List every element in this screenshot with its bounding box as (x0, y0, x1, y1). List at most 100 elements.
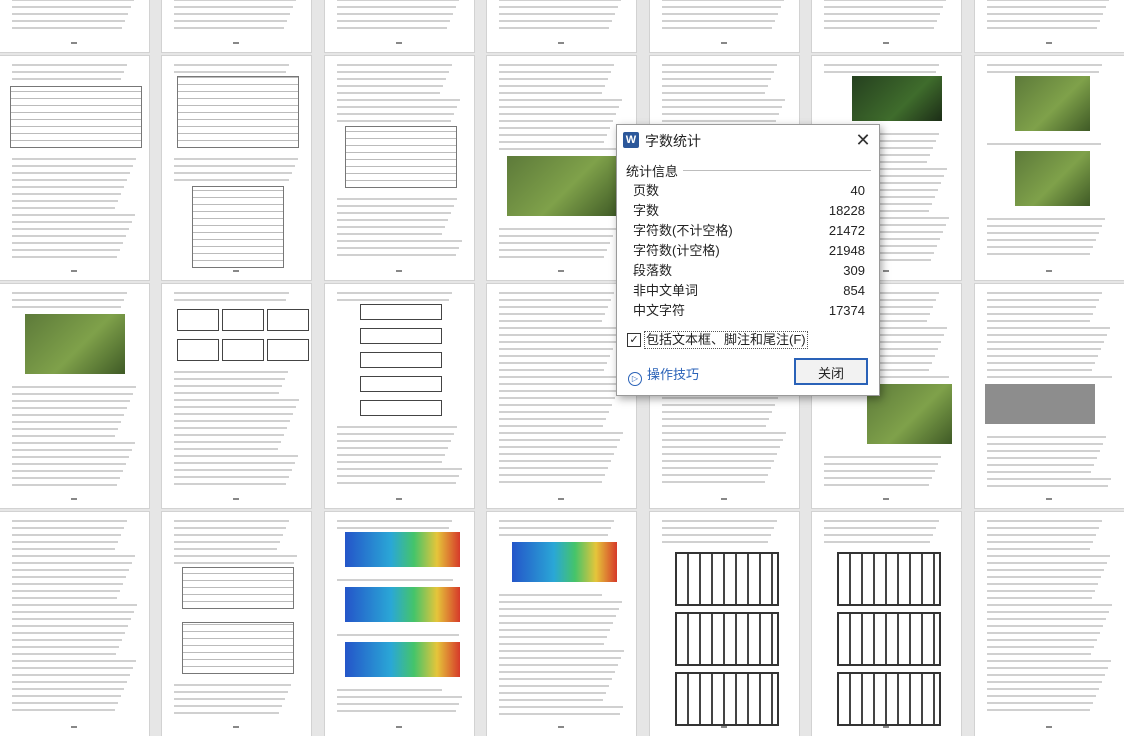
text-line (174, 691, 288, 693)
include-checkbox-label[interactable]: 包括文本框、脚注和尾注(F) (644, 331, 808, 349)
page-number (1046, 42, 1052, 44)
page-figure (345, 126, 457, 188)
text-line (987, 702, 1093, 704)
tips-link-label[interactable]: 操作技巧 (647, 367, 699, 382)
page-number (396, 42, 402, 44)
text-line (12, 597, 117, 599)
text-line (499, 27, 609, 29)
text-line (12, 660, 136, 662)
page-figure (345, 532, 460, 567)
text-line (12, 456, 129, 458)
text-line (12, 527, 124, 529)
word-count-dialog: W 字数统计 ✕ 统计信息 页数 40 字数 18228 字符数(不计空格) 2147… (616, 124, 880, 396)
text-line (12, 249, 120, 251)
text-line (337, 579, 453, 581)
page-figure (675, 552, 779, 606)
page-number (721, 498, 727, 500)
text-line (337, 696, 462, 698)
page-thumbnail (487, 0, 636, 52)
text-line (12, 407, 127, 409)
page-thumbnail (487, 56, 636, 280)
text-line (12, 639, 122, 641)
text-line (337, 292, 452, 294)
text-line (499, 671, 615, 673)
page-figure (837, 612, 941, 666)
page-thumbnail (325, 56, 474, 280)
text-line (12, 186, 124, 188)
text-line (174, 527, 286, 529)
text-line (337, 27, 447, 29)
stat-row-non-chinese-words: 非中文单词 854 (633, 281, 865, 301)
text-line (12, 400, 130, 402)
text-line (499, 713, 620, 715)
text-line (337, 482, 456, 484)
text-line (987, 555, 1110, 557)
text-line (499, 0, 621, 1)
text-line (174, 0, 296, 1)
text-line (987, 64, 1102, 66)
text-line (824, 463, 938, 465)
text-line (337, 468, 462, 470)
text-line (174, 548, 277, 550)
text-line (499, 411, 609, 413)
text-line (662, 397, 778, 399)
text-line (12, 71, 124, 73)
text-line (987, 569, 1104, 571)
stat-value: 18228 (828, 203, 865, 218)
text-line (337, 212, 451, 214)
text-line (12, 590, 120, 592)
close-icon[interactable]: ✕ (849, 127, 877, 153)
text-line (987, 541, 1093, 543)
text-line (337, 461, 442, 463)
text-line (337, 120, 451, 122)
include-checkbox[interactable]: ✓ (627, 333, 641, 347)
text-line (337, 240, 462, 242)
page-number (396, 270, 402, 272)
page-figure (507, 156, 617, 216)
page-figure (360, 400, 442, 416)
page-figure (222, 339, 264, 361)
text-line (499, 106, 619, 108)
text-line (987, 527, 1099, 529)
text-line (824, 484, 929, 486)
page-number (1046, 726, 1052, 728)
text-line (174, 555, 297, 557)
page-figure (675, 612, 779, 666)
text-line (12, 78, 121, 80)
text-line (174, 392, 279, 394)
text-line (499, 306, 608, 308)
stat-value: 40 (850, 183, 865, 198)
text-line (499, 446, 617, 448)
text-line (987, 632, 1100, 634)
close-button[interactable]: 关闭 (794, 358, 868, 385)
text-line (662, 27, 772, 29)
text-line (12, 214, 135, 216)
text-line (12, 632, 125, 634)
text-line (499, 650, 624, 652)
text-line (12, 256, 117, 258)
text-line (824, 20, 937, 22)
text-line (12, 618, 131, 620)
text-line (987, 246, 1093, 248)
text-line (987, 576, 1101, 578)
text-line (499, 453, 614, 455)
text-line (174, 562, 294, 564)
text-line (987, 653, 1091, 655)
text-line (12, 688, 124, 690)
dialog-titlebar[interactable]: W 字数统计 ✕ (617, 125, 879, 155)
text-line (987, 436, 1106, 438)
text-line (987, 348, 1101, 350)
text-line (174, 441, 281, 443)
text-line (987, 646, 1094, 648)
text-line (499, 383, 621, 385)
stats-list: 页数 40 字数 18228 字符数(不计空格) 21472 字符数(计空格) 2194… (633, 181, 865, 321)
text-line (337, 689, 442, 691)
text-line (337, 198, 457, 200)
stat-row-chars-with-spaces: 字符数(计空格) 21948 (633, 241, 865, 261)
text-line (987, 471, 1091, 473)
text-line (12, 646, 119, 648)
text-line (174, 158, 298, 160)
page-thumbnail (812, 0, 961, 52)
text-line (12, 193, 121, 195)
tips-link[interactable]: ▷ 操作技巧 (628, 364, 699, 386)
